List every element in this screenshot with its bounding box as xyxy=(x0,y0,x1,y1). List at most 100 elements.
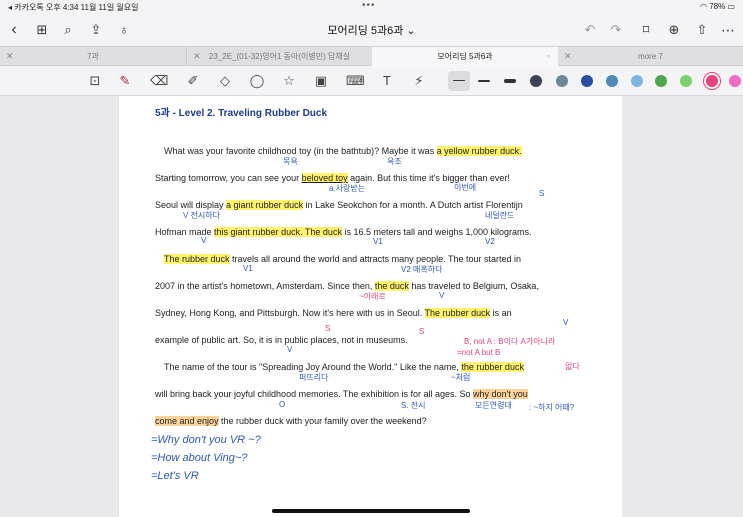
text-run: is an xyxy=(490,308,512,318)
handwritten-note: =How about Ving~? xyxy=(151,452,248,464)
color-swatch-5[interactable] xyxy=(631,75,643,87)
annotation: B, not A : B이다 A가아니라 xyxy=(464,337,556,346)
highlighted-text: a yellow rubber duck. xyxy=(436,146,522,156)
undo-icon[interactable]: ↶ xyxy=(580,20,600,40)
back-icon[interactable]: ‹ xyxy=(4,20,24,40)
pen-icon[interactable]: ✎ xyxy=(116,72,134,90)
highlighted-text: come and enjoy xyxy=(155,416,219,426)
annotation: V xyxy=(201,236,207,245)
color-swatch-8-selected[interactable] xyxy=(706,75,718,87)
tab-bar: ✕ 7과 ✕ 23_2E_(01-32)영어1 동아(이병민) 답채실 모어리딩… xyxy=(0,46,743,66)
highlighted-text: The rubber duck xyxy=(164,254,230,264)
annotation: 모든연령대 xyxy=(475,401,512,410)
annotation: V1 xyxy=(243,264,253,273)
annotation: S. 전시 xyxy=(401,401,426,410)
stroke-thin-button[interactable] xyxy=(448,71,470,91)
keyboard-icon[interactable]: ⌨ xyxy=(346,72,365,90)
text-line-6: 2007 in the artist's hometown, Amsterdam… xyxy=(155,281,539,291)
shapes-icon[interactable]: ◇ xyxy=(216,72,234,90)
title-bar: ‹ ⊞ ⌕ ⇪ ♁ 모어리딩 5과6과 ⌄ ↶ ↷ ⌑ ⊕ ⇧ ⋯ xyxy=(0,14,743,46)
color-swatch-4[interactable] xyxy=(606,75,618,87)
image-icon[interactable]: ▣ xyxy=(312,72,330,90)
annotation: V2 xyxy=(485,237,495,246)
battery-icon: ▭ xyxy=(727,2,735,11)
annotation: 욕조 xyxy=(387,157,402,166)
annotation: a.사랑받는 xyxy=(329,184,366,193)
search-icon[interactable]: ⌕ xyxy=(58,20,78,40)
redo-icon[interactable]: ↷ xyxy=(606,20,626,40)
add-page-icon[interactable]: ⊕ xyxy=(664,20,684,40)
stroke-thick-button[interactable] xyxy=(504,79,516,83)
more-icon[interactable]: ⋯ xyxy=(718,20,738,40)
bookmark-icon[interactable]: ⌑ xyxy=(636,20,656,40)
color-swatch-6[interactable] xyxy=(655,75,667,87)
color-swatch-3[interactable] xyxy=(581,75,593,87)
page-heading: 5과 - Level 2. Traveling Rubber Duck xyxy=(155,108,328,119)
text-run: The name of the tour is "Spreading Joy A… xyxy=(164,362,462,372)
text-line-10: will bring back your joyful childhood me… xyxy=(155,389,528,399)
annotation: ~처럼 xyxy=(451,373,471,382)
text-line-1: What was your favorite childhood toy (in… xyxy=(164,146,522,156)
annotation: S xyxy=(419,327,425,336)
text-run: the rubber duck with your family over th… xyxy=(218,416,427,426)
tab-label: 23_2E_(01-32)영어1 동아(이병민) 답채실 xyxy=(208,52,351,61)
highlighted-text: a giant rubber duck xyxy=(226,200,304,210)
annotation: 네덜란드 xyxy=(485,211,515,220)
annotation: O xyxy=(279,400,286,409)
tab-answer-sheet[interactable]: ✕ 23_2E_(01-32)영어1 동아(이병민) 답채실 xyxy=(186,47,372,66)
lasso-icon[interactable]: ◯ xyxy=(248,72,266,90)
tab-more-7[interactable]: ✕ more 7 xyxy=(558,47,743,66)
stroke-medium-button[interactable] xyxy=(478,80,490,82)
multitask-dots-icon[interactable]: ••• xyxy=(362,0,376,11)
annotation: 퍼뜨리다 xyxy=(299,373,329,382)
handwritten-note: =Let's VR xyxy=(151,470,199,482)
tab-7[interactable]: ✕ 7과 xyxy=(0,47,186,66)
home-indicator[interactable] xyxy=(272,509,470,513)
status-bar: ◂ 카카오톡 오후 4:34 11월 11일 월요일 ••• ◠ 78% ▭ xyxy=(0,0,743,14)
text-run: has traveled to Belgium, Osaka, xyxy=(408,281,539,291)
text-line-8: example of public art. So, it is in publ… xyxy=(155,335,408,345)
tab-layout-icon[interactable]: ▫ xyxy=(547,47,550,66)
annotation: S xyxy=(325,324,331,333)
text-run: in Lake Seokchon for a month. A Dutch ar… xyxy=(303,200,523,210)
eraser-icon[interactable]: ⌫ xyxy=(150,72,168,90)
export-icon[interactable]: ⇧ xyxy=(692,20,712,40)
annotation: : ~하지 어때? xyxy=(529,403,575,412)
annotation: 목욕 xyxy=(283,157,298,166)
color-swatch-9[interactable] xyxy=(729,75,741,87)
text-line-9: The name of the tour is "Spreading Joy A… xyxy=(164,362,524,372)
document-title[interactable]: 모어리딩 5과6과 ⌄ xyxy=(300,22,443,38)
battery-percent: 78% xyxy=(709,2,726,11)
color-swatch-1[interactable] xyxy=(530,75,542,87)
read-mode-icon[interactable]: ⊡ xyxy=(86,72,104,90)
text-line-3: Seoul will display a giant rubber duck i… xyxy=(155,200,523,210)
laser-pointer-icon[interactable]: ⚡ xyxy=(410,72,428,90)
wifi-icon: ◠ xyxy=(699,2,707,11)
highlighted-text: beloved toy xyxy=(301,173,348,183)
annotation: 이번에 xyxy=(454,183,477,192)
highlighter-icon[interactable]: ✐ xyxy=(184,72,202,90)
color-swatch-2[interactable] xyxy=(556,75,568,87)
tab-label: more 7 xyxy=(638,52,663,61)
text-run: Starting tomorrow, you can see your xyxy=(155,173,302,183)
annotation: ~이래로 xyxy=(359,292,386,301)
annotation: V xyxy=(287,345,293,354)
text-run: Sydney, Hong Kong, and Pittsburgh. Now i… xyxy=(155,308,425,318)
share-icon[interactable]: ⇪ xyxy=(86,20,106,40)
mic-icon[interactable]: ♁ xyxy=(114,20,134,40)
note-page[interactable]: 5과 - Level 2. Traveling Rubber Duck What… xyxy=(119,96,622,517)
grid-view-icon[interactable]: ⊞ xyxy=(32,20,52,40)
text-line-5: The rubber duck travels all around the w… xyxy=(164,254,521,264)
annotation: V1 xyxy=(373,237,383,246)
text-run: travels all around the world and attract… xyxy=(229,254,522,264)
stroke-thin-icon xyxy=(453,80,465,81)
annotation: V xyxy=(563,318,569,327)
color-swatch-7[interactable] xyxy=(680,75,692,87)
text-run: What was your favorite childhood toy (in… xyxy=(164,146,437,156)
sticker-icon[interactable]: ☆ xyxy=(280,72,298,90)
annotation: V xyxy=(439,291,445,300)
handwritten-note: =Why don't you VR ~? xyxy=(151,434,261,446)
tab-more-reading[interactable]: 모어리딩 5과6과 ▫ xyxy=(372,47,558,66)
text-run: is 16.5 meters tall and weighs 1,000 kil… xyxy=(341,227,532,237)
text-box-icon[interactable]: T xyxy=(378,72,396,90)
